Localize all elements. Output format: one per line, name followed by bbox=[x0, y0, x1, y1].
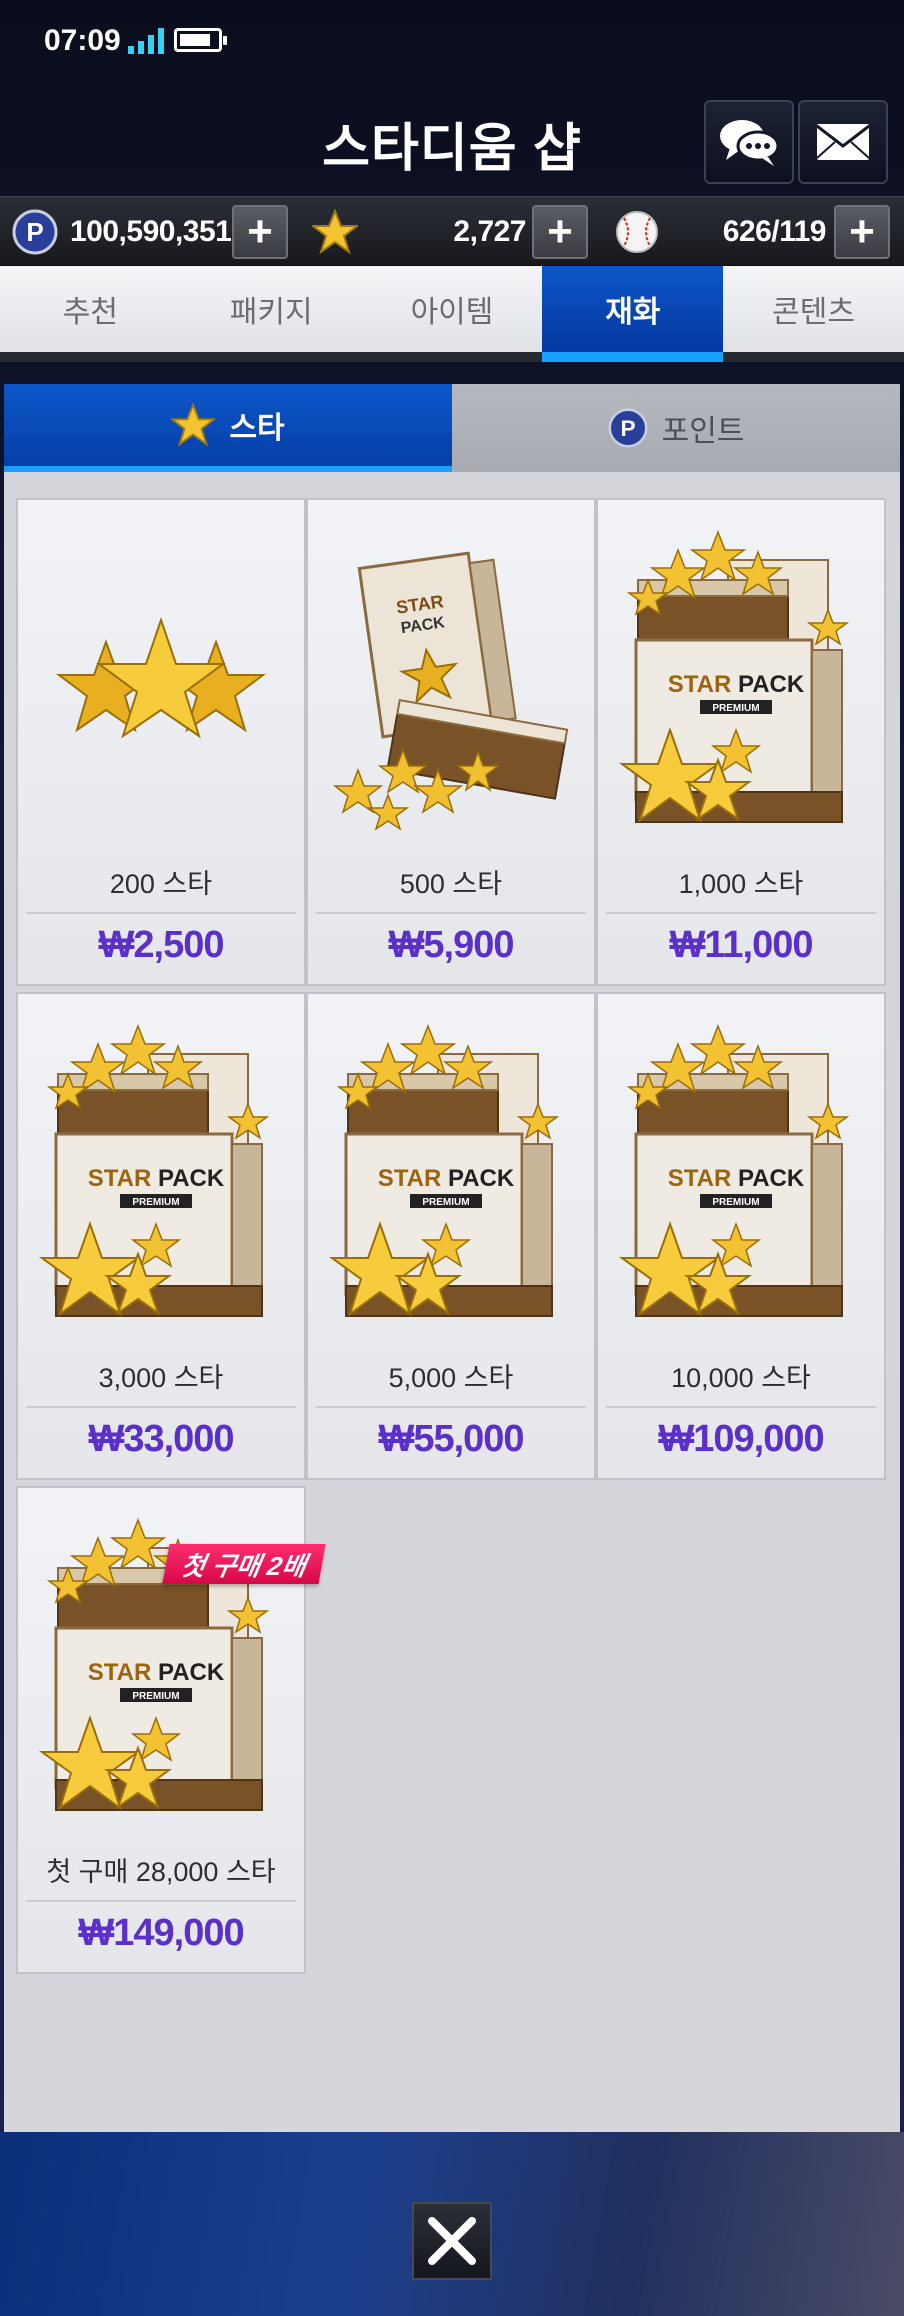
status-time: 07:09 bbox=[44, 24, 121, 57]
product-name: 200 스타 bbox=[109, 869, 213, 899]
add-points-button[interactable]: + bbox=[232, 205, 288, 259]
divider bbox=[26, 1900, 296, 1902]
currency-bar: P 100,590,351 + 2,727 + 626/119 + bbox=[0, 196, 904, 266]
battery-icon bbox=[174, 28, 227, 52]
divider bbox=[606, 912, 876, 914]
product-price: ₩5,900 bbox=[388, 924, 515, 966]
product-card[interactable]: STAR PACK PREMIUM 1,000 스타 ₩11,000 bbox=[596, 498, 886, 986]
tab-content[interactable]: 콘텐츠 bbox=[723, 266, 904, 352]
tab-item[interactable]: 아이템 bbox=[362, 266, 543, 352]
close-button[interactable] bbox=[412, 2202, 492, 2280]
product-card[interactable]: 200 스타 ₩2,500 bbox=[16, 498, 306, 986]
p-coin-icon: P bbox=[12, 209, 58, 255]
svg-text:PREMIUM: PREMIUM bbox=[132, 1197, 179, 1208]
star-pack-premium-icon: STAR PACK PREMIUM bbox=[328, 1023, 560, 1317]
svg-text:PREMIUM: PREMIUM bbox=[712, 703, 759, 714]
product-card[interactable]: STAR PACK PREMIUM 3,000 스타 ₩33,000 bbox=[16, 992, 306, 1480]
svg-text:PREMIUM: PREMIUM bbox=[422, 1197, 469, 1208]
divider bbox=[26, 1406, 296, 1408]
product-name: 10,000 스타 bbox=[671, 1363, 811, 1393]
product-name: 첫 구매 28,000 스타 bbox=[46, 1857, 276, 1887]
tab-currency[interactable]: 재화 bbox=[542, 266, 724, 362]
add-balls-button[interactable]: + bbox=[834, 205, 890, 259]
svg-text:P: P bbox=[26, 217, 43, 247]
svg-text:STAR PACK: STAR PACK bbox=[668, 1165, 805, 1192]
svg-text:STAR PACK: STAR PACK bbox=[378, 1165, 515, 1192]
divider bbox=[316, 1406, 586, 1408]
tab-recommended[interactable]: 추천 bbox=[0, 266, 181, 352]
product-name: 3,000 스타 bbox=[98, 1363, 224, 1393]
product-name: 1,000 스타 bbox=[678, 869, 804, 899]
product-name: 5,000 스타 bbox=[388, 1363, 514, 1393]
product-price: ₩11,000 bbox=[669, 924, 814, 966]
currency-subtabs: 스타 P 포인트 bbox=[4, 384, 900, 472]
chat-bubbles-icon bbox=[720, 120, 780, 166]
star-icon bbox=[171, 403, 216, 447]
shop-header: 스타디움 샵 bbox=[0, 84, 904, 196]
subtab-star[interactable]: 스타 bbox=[4, 384, 452, 472]
product-price: ₩55,000 bbox=[378, 1418, 524, 1460]
product-card[interactable]: STAR PACK PREMIUM 첫 구매 2배 첫 구매 28,000 스타… bbox=[16, 1486, 326, 1974]
svg-text:STAR PACK: STAR PACK bbox=[88, 1165, 225, 1192]
product-price: ₩33,000 bbox=[88, 1418, 234, 1460]
product-price: ₩109,000 bbox=[658, 1418, 824, 1460]
star-icon bbox=[312, 209, 358, 255]
product-panel: 스타 P 포인트 200 스타 ₩2,500 STAR PACK 500 스타 … bbox=[4, 384, 900, 2132]
signal-icon bbox=[128, 28, 164, 54]
mail-button[interactable] bbox=[798, 100, 888, 184]
star-pack-premium-icon: STAR PACK PREMIUM bbox=[618, 529, 850, 823]
stars-icon bbox=[56, 616, 266, 739]
svg-text:PREMIUM: PREMIUM bbox=[132, 1691, 179, 1702]
svg-text:PREMIUM: PREMIUM bbox=[712, 1197, 759, 1208]
first-purchase-badge: 첫 구매 2배 bbox=[162, 1544, 326, 1584]
subtab-point-label: 포인트 bbox=[661, 415, 745, 448]
shop-tabs: 추천 패키지 아이템 재화 콘텐츠 bbox=[0, 266, 904, 362]
close-icon bbox=[428, 2217, 476, 2265]
balls-value: 626/119 bbox=[722, 215, 827, 248]
tab-package[interactable]: 패키지 bbox=[181, 266, 362, 352]
star-pack-premium-icon: STAR PACK PREMIUM bbox=[38, 1023, 270, 1317]
svg-text:STAR PACK: STAR PACK bbox=[668, 671, 805, 698]
product-card[interactable]: STAR PACK 500 스타 ₩5,900 bbox=[306, 498, 596, 986]
status-bar: 07:09 bbox=[0, 0, 904, 84]
product-price: ₩2,500 bbox=[98, 924, 225, 966]
baseball-icon bbox=[616, 211, 658, 253]
product-card[interactable]: STAR PACK PREMIUM 10,000 스타 ₩109,000 bbox=[596, 992, 886, 1480]
p-coin-icon: P bbox=[608, 408, 648, 448]
add-stars-button[interactable]: + bbox=[532, 205, 588, 259]
points-value: 100,590,351 bbox=[70, 215, 232, 248]
product-card[interactable]: STAR PACK PREMIUM 5,000 스타 ₩55,000 bbox=[306, 992, 596, 1480]
subtab-point[interactable]: P 포인트 bbox=[452, 384, 900, 472]
mail-icon bbox=[816, 124, 870, 160]
subtab-star-label: 스타 bbox=[229, 412, 285, 445]
product-price: ₩149,000 bbox=[78, 1912, 244, 1954]
divider bbox=[606, 1406, 876, 1408]
star-pack-premium-icon: STAR PACK PREMIUM bbox=[618, 1023, 850, 1317]
divider bbox=[26, 912, 296, 914]
svg-text:STAR PACK: STAR PACK bbox=[88, 1659, 225, 1686]
star-pack-open-icon: STAR PACK bbox=[332, 551, 569, 831]
svg-text:P: P bbox=[620, 416, 635, 441]
divider bbox=[316, 912, 586, 914]
stars-value: 2,727 bbox=[453, 215, 526, 248]
product-name: 500 스타 bbox=[399, 869, 503, 899]
chat-button[interactable] bbox=[704, 100, 794, 184]
